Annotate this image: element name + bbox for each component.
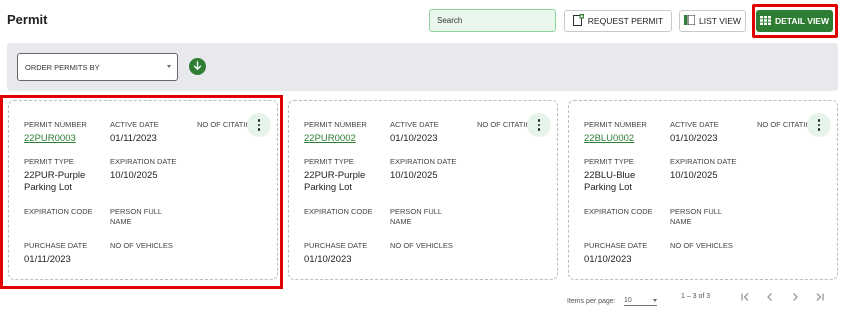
vehicles-field: NO OF VEHICLES	[390, 241, 453, 251]
search-input[interactable]	[429, 9, 556, 32]
vehicles-field: NO OF VEHICLES	[670, 241, 733, 251]
purchase-date-value: 01/10/2023	[304, 253, 352, 265]
more-vertical-icon	[537, 119, 541, 131]
previous-page-button[interactable]	[762, 290, 778, 306]
sort-direction-button[interactable]	[189, 58, 206, 75]
permit-number-label: PERMIT NUMBER	[584, 120, 647, 129]
first-page-icon	[740, 291, 750, 305]
active-date-value: 01/10/2023	[670, 132, 718, 144]
person-name-label: PERSON FULL NAME	[670, 207, 722, 226]
request-permit-label: REQUEST PERMIT	[587, 16, 664, 26]
expiration-date-label: EXPIRATION DATE	[390, 157, 457, 166]
expiration-code-label: EXPIRATION CODE	[584, 207, 653, 216]
permit-type-field: PERMIT TYPE 22PUR-Purple Parking Lot	[304, 157, 384, 195]
expiration-date-value: 10/10/2025	[390, 169, 438, 181]
person-name-field: PERSON FULL NAME	[390, 207, 450, 226]
chevron-left-icon	[765, 291, 775, 305]
permit-card[interactable]: PERMIT NUMBER 22PUR0002 ACTIVE DATE 01/1…	[288, 100, 558, 280]
expiration-code-field: EXPIRATION CODE	[304, 207, 373, 217]
permit-number-link[interactable]: 22BLU0002	[584, 133, 647, 146]
card-menu-button[interactable]	[527, 113, 551, 137]
permit-type-label: PERMIT TYPE	[304, 157, 354, 166]
page-title: Permit	[7, 12, 48, 27]
add-document-icon	[572, 14, 584, 28]
expiration-date-field: EXPIRATION DATE 10/10/2025	[390, 157, 456, 182]
order-by-select[interactable]: ORDER PERMITS BY	[17, 53, 178, 81]
permit-number-label: PERMIT NUMBER	[304, 120, 367, 129]
last-page-button[interactable]	[812, 290, 828, 306]
permit-type-field: PERMIT TYPE 22BLU-Blue Parking Lot	[584, 157, 664, 195]
expiration-date-value: 10/10/2025	[670, 169, 718, 181]
next-page-button[interactable]	[787, 290, 803, 306]
person-name-field: PERSON FULL NAME	[670, 207, 730, 226]
citations-label: NO OF CITATIONS	[477, 120, 532, 129]
purchase-date-field: PURCHASE DATE 01/10/2023	[584, 241, 647, 266]
active-date-field: ACTIVE DATE 01/10/2023	[670, 120, 719, 145]
permit-card[interactable]: PERMIT NUMBER 22BLU0002 ACTIVE DATE 01/1…	[568, 100, 838, 280]
chevron-down-icon	[167, 65, 171, 68]
order-by-label: ORDER PERMITS BY	[25, 62, 100, 72]
purchase-date-value: 01/10/2023	[584, 253, 632, 265]
more-vertical-icon	[817, 119, 821, 131]
active-date-label: ACTIVE DATE	[390, 120, 439, 129]
chevron-right-icon	[790, 291, 800, 305]
permit-type-value: 22PUR-Purple Parking Lot	[304, 169, 366, 194]
arrow-down-icon	[193, 58, 202, 76]
permit-number-field: PERMIT NUMBER 22PUR0002	[304, 120, 367, 145]
list-view-label: LIST VIEW	[699, 16, 741, 26]
permit-type-label: PERMIT TYPE	[584, 157, 634, 166]
selected-card-highlight	[0, 95, 283, 289]
items-per-page-select[interactable]: 10	[624, 295, 657, 306]
person-name-label: PERSON FULL NAME	[390, 207, 442, 226]
expiration-code-field: EXPIRATION CODE	[584, 207, 653, 217]
top-bar: Permit REQUEST PERMIT LIST VIEW	[0, 0, 850, 42]
purchase-date-label: PURCHASE DATE	[304, 241, 368, 250]
permit-type-value: 22BLU-Blue Parking Lot	[584, 169, 636, 194]
active-date-field: ACTIVE DATE 01/10/2023	[390, 120, 439, 145]
permit-number-field: PERMIT NUMBER 22BLU0002	[584, 120, 647, 145]
vehicles-label: NO OF VEHICLES	[670, 241, 733, 250]
items-per-page-value: 10	[624, 296, 632, 304]
filter-bar: ORDER PERMITS BY	[7, 43, 838, 91]
citations-field: NO OF CITATIONS	[477, 120, 532, 130]
expiration-code-label: EXPIRATION CODE	[304, 207, 373, 216]
expiration-date-label: EXPIRATION DATE	[670, 157, 737, 166]
list-view-button[interactable]: LIST VIEW	[679, 10, 746, 32]
items-per-page-label: Items per page:	[567, 298, 616, 305]
card-menu-button[interactable]	[807, 113, 831, 137]
purchase-date-field: PURCHASE DATE 01/10/2023	[304, 241, 367, 266]
last-page-icon	[815, 291, 825, 305]
first-page-button[interactable]	[737, 290, 753, 306]
expiration-date-field: EXPIRATION DATE 10/10/2025	[670, 157, 736, 182]
active-date-label: ACTIVE DATE	[670, 120, 719, 129]
vehicles-label: NO OF VEHICLES	[390, 241, 453, 250]
citations-label: NO OF CITATIONS	[757, 120, 812, 129]
list-view-icon	[684, 14, 696, 27]
citations-field: NO OF CITATIONS	[757, 120, 812, 130]
permit-number-link[interactable]: 22PUR0002	[304, 133, 367, 146]
request-permit-button[interactable]: REQUEST PERMIT	[564, 10, 672, 32]
purchase-date-label: PURCHASE DATE	[584, 241, 648, 250]
pagination-range: 1 – 3 of 3	[681, 293, 711, 300]
detail-view-highlight	[752, 4, 838, 38]
active-date-value: 01/10/2023	[390, 132, 438, 144]
chevron-down-icon	[653, 299, 657, 302]
